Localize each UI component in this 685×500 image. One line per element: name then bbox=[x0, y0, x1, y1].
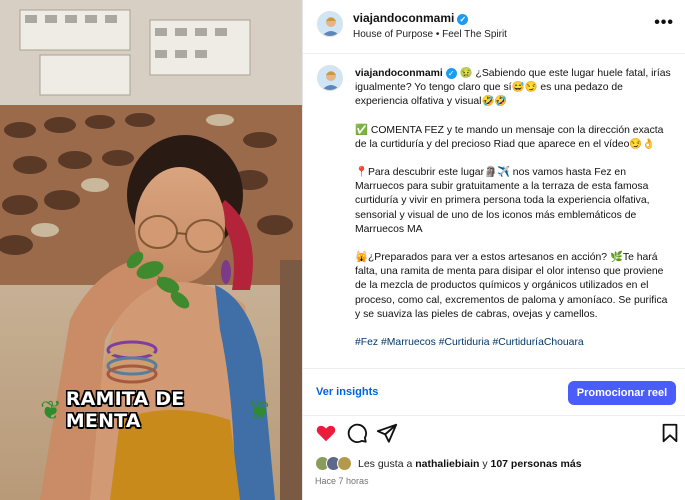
more-dots-icon[interactable]: ••• bbox=[654, 14, 674, 32]
caption-text: viajandoconmami ✓ 🤢 ¿Sabiendo que este lu… bbox=[355, 67, 675, 364]
likes-middle: y bbox=[479, 458, 491, 470]
save-bookmark-icon[interactable] bbox=[659, 422, 681, 444]
view-insights-link[interactable]: Ver insights bbox=[316, 386, 378, 398]
verified-badge-icon: ✓ bbox=[445, 68, 457, 79]
reel-video[interactable]: ❦ RAMITA DE MENTA ❦ bbox=[0, 0, 302, 500]
heart-icon[interactable] bbox=[315, 422, 337, 444]
username-text[interactable]: viajandoconmami bbox=[353, 11, 454, 25]
insights-bar: Ver insights Promocionar reel bbox=[303, 368, 685, 416]
header-username[interactable]: viajandoconmami ✓ bbox=[353, 11, 469, 25]
post-header: viajandoconmami ✓ House of Purpose • Feel… bbox=[303, 0, 685, 54]
caption-area: viajandoconmami ✓ 🤢 ¿Sabiendo que este lu… bbox=[303, 55, 685, 367]
mint-leaf-icon: ❦ bbox=[40, 395, 62, 425]
caption-username[interactable]: viajandoconmami bbox=[355, 68, 443, 79]
verified-badge-icon: ✓ bbox=[457, 14, 469, 25]
likes-text[interactable]: Les gusta a nathaliebiain y 107 personas… bbox=[358, 458, 582, 470]
share-icon[interactable] bbox=[376, 422, 398, 444]
avatar[interactable] bbox=[317, 65, 343, 91]
likes-prefix: Les gusta a bbox=[358, 458, 416, 470]
avatar[interactable] bbox=[317, 11, 343, 37]
liker-username[interactable]: nathaliebiain bbox=[415, 458, 479, 470]
caption-p2: ✅ COMENTA FEZ y te mando un mensaje con … bbox=[355, 124, 664, 150]
likes-summary[interactable]: Les gusta a nathaliebiain y 107 personas… bbox=[315, 456, 675, 474]
mint-leaf-icon: ❦ bbox=[248, 395, 270, 425]
audio-subtitle[interactable]: House of Purpose • Feel The Spirit bbox=[353, 29, 507, 40]
action-icons bbox=[303, 422, 685, 446]
overlay-caption: ❦ RAMITA DE MENTA ❦ bbox=[40, 388, 270, 432]
liker-avatar bbox=[337, 456, 352, 471]
overlay-text: RAMITA DE MENTA bbox=[65, 388, 185, 432]
caption-paragraph: viajandoconmami ✓ 🤢 ¿Sabiendo que este lu… bbox=[355, 67, 675, 110]
likes-count[interactable]: 107 personas más bbox=[491, 458, 582, 470]
caption-p4: 🙀¿Preparados para ver a estos artesanos … bbox=[355, 252, 668, 320]
post-panel: viajandoconmami ✓ House of Purpose • Feel… bbox=[302, 0, 685, 500]
caption-p3: 📍Para descubrir este lugar🗿✈️ nos vamos … bbox=[355, 167, 650, 235]
post-timestamp: Hace 7 horas bbox=[315, 476, 369, 486]
promote-reel-button[interactable]: Promocionar reel bbox=[568, 381, 676, 405]
comment-icon[interactable] bbox=[346, 422, 368, 444]
hashtag-links[interactable]: #Fez #Marruecos #Curtiduria #CurtiduríaC… bbox=[355, 336, 675, 350]
